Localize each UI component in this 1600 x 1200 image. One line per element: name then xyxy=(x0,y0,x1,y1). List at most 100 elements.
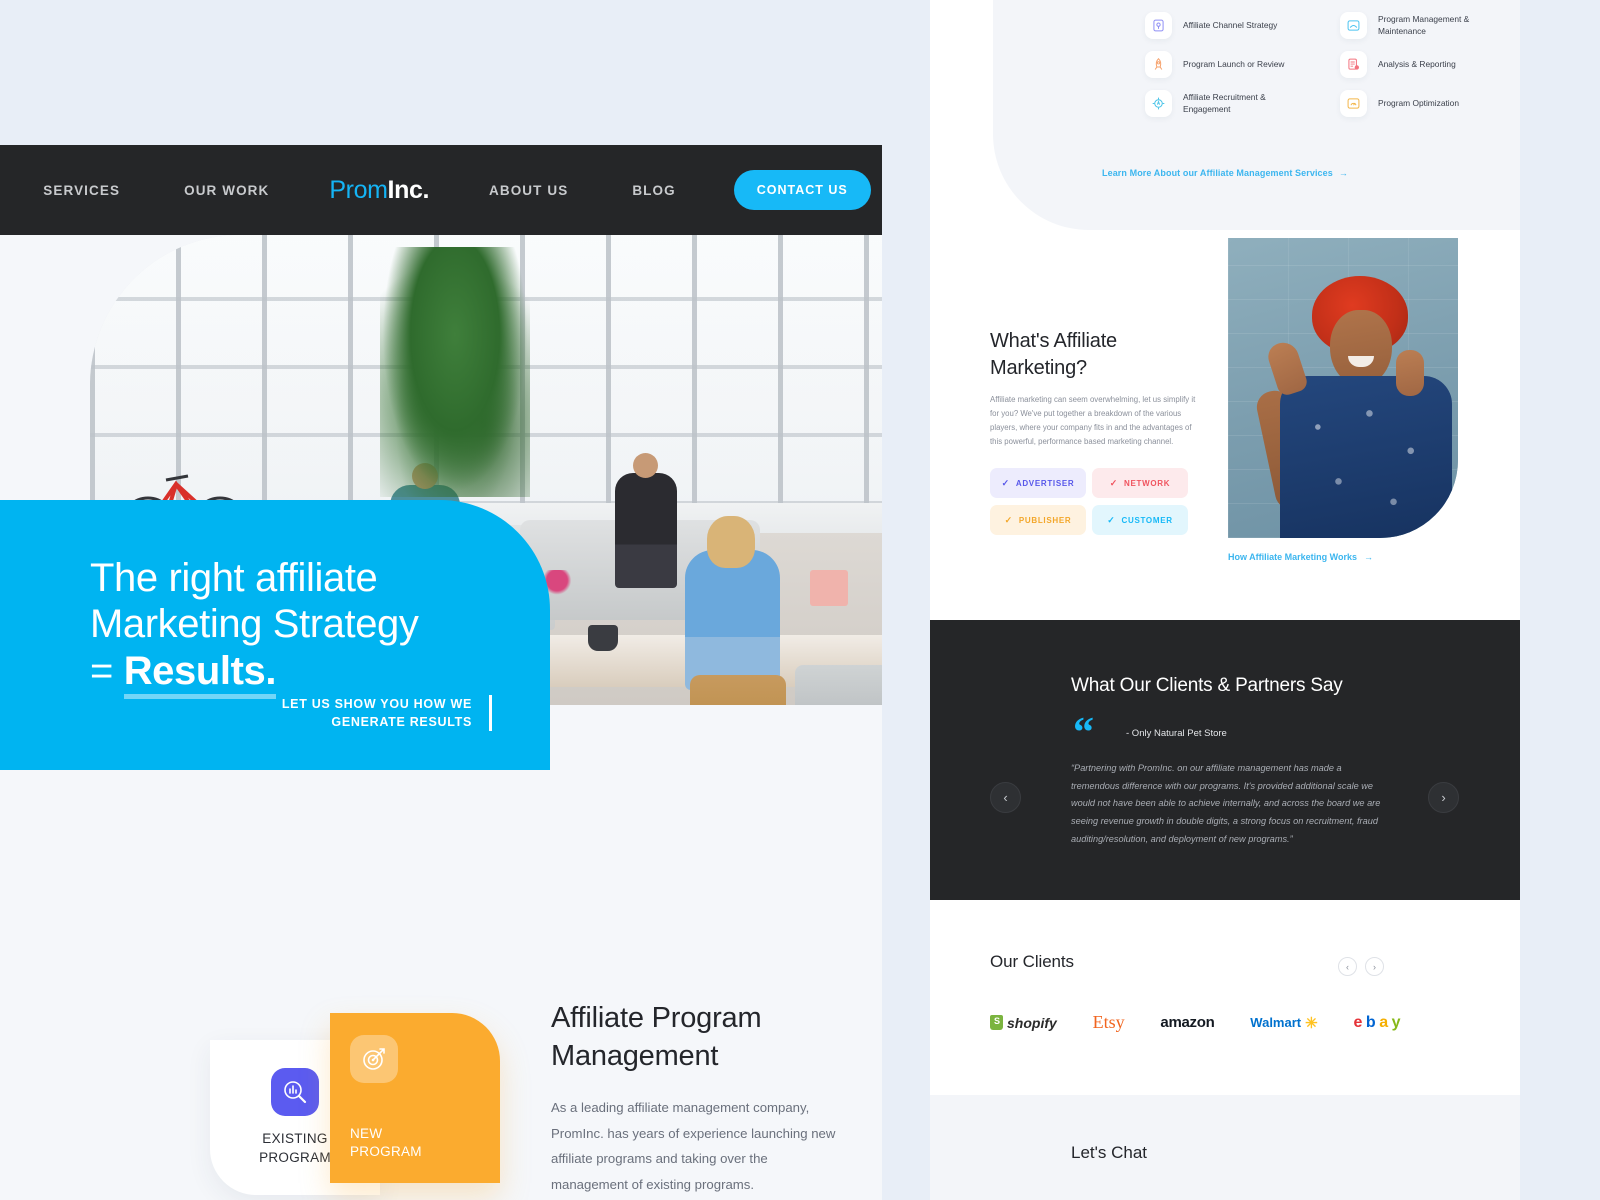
ebay-b: b xyxy=(1365,1013,1376,1031)
hero-headline-card: The right affiliate Marketing Strategy =… xyxy=(0,500,550,770)
program-section-title: Affiliate Program Management xyxy=(551,1002,762,1072)
chip-advertiser[interactable]: ✓ ADVERTISER xyxy=(990,468,1086,498)
chip-customer[interactable]: ✓ CUSTOMER xyxy=(1092,505,1188,535)
works-link-label: How Affiliate Marketing Works xyxy=(1228,552,1358,562)
shopify-label: shopify xyxy=(1007,1014,1057,1031)
service-label: Affiliate Channel Strategy xyxy=(1183,19,1278,30)
ebay-e: e xyxy=(1353,1013,1363,1031)
brand-logo[interactable]: PromInc. xyxy=(301,176,457,205)
new-program-label-1: NEW xyxy=(350,1125,383,1141)
learn-more-label: Learn More About our Affiliate Managemen… xyxy=(1102,168,1333,178)
testimonial-prev-button[interactable]: ‹ xyxy=(990,782,1021,813)
testimonial-body: “Partnering with PromInc. on our affilia… xyxy=(1071,763,1381,844)
target-icon xyxy=(350,1035,398,1083)
service-label: Program Management & Maintenance xyxy=(1378,13,1470,36)
new-program-card[interactable]: NEW PROGRAM xyxy=(330,1013,500,1183)
nav-item-about-us[interactable]: ABOUT US xyxy=(457,183,600,198)
check-icon: ✓ xyxy=(1109,477,1118,488)
our-clients-section: Our Clients ‹ › shopify Etsy amazon Walm… xyxy=(930,900,1458,1095)
nav-item-services[interactable]: SERVICES xyxy=(11,183,152,198)
hero-subtext-line-2: GENERATE RESULTS xyxy=(331,715,472,730)
ebay-a: a xyxy=(1379,1013,1388,1031)
program-section-copy: As a leading affiliate management compan… xyxy=(551,1100,836,1193)
lets-chat-section: Let's Chat xyxy=(930,1095,1520,1200)
services-grid: Affiliate Channel Strategy Program Manag… xyxy=(1145,12,1520,117)
testimonials-section: What Our Clients & Partners Say “ - Only… xyxy=(930,620,1520,900)
arrow-right-icon: → xyxy=(1364,552,1374,562)
arrow-right-icon: → xyxy=(1338,168,1348,178)
report-icon xyxy=(1340,51,1367,78)
hero-headline: The right affiliate Marketing Strategy =… xyxy=(90,555,530,699)
service-label: Program Launch or Review xyxy=(1183,58,1285,69)
how-affiliate-marketing-works-link[interactable]: How Affiliate Marketing Works → xyxy=(1228,552,1373,562)
hero-line-1: The right affiliate xyxy=(90,556,378,600)
chip-label: PUBLISHER xyxy=(1018,515,1072,525)
site-navbar: SERVICES OUR WORK PromInc. ABOUT US BLOG… xyxy=(0,145,882,235)
desktop-mockup-panel: SERVICES OUR WORK PromInc. ABOUT US BLOG… xyxy=(0,145,882,1200)
client-logos: shopify Etsy amazon Walmart✳ ebay xyxy=(990,1012,1401,1033)
strategy-icon xyxy=(1145,12,1172,39)
hero-subtext-line-1: LET US SHOW YOU HOW WE xyxy=(281,697,472,711)
existing-program-label: EXISTING PROGRAM xyxy=(259,1130,331,1166)
service-item-affiliate-recruitment-engagement[interactable]: Affiliate Recruitment & Engagement xyxy=(1145,90,1295,117)
shopify-bag-icon xyxy=(990,1015,1003,1030)
walmart-spark-icon: ✳ xyxy=(1305,1014,1318,1032)
brand-prefix: Prom xyxy=(329,175,388,204)
nav-item-blog[interactable]: BLOG xyxy=(600,183,707,198)
logo-ebay: ebay xyxy=(1354,1014,1401,1032)
logo-walmart: Walmart ✳ xyxy=(1250,1014,1317,1032)
hero-line-2: Marketing Strategy xyxy=(90,602,419,647)
hero-subtext: LET US SHOW YOU HOW WE GENERATE RESULTS xyxy=(281,695,492,732)
testimonials-title: What Our Clients & Partners Say xyxy=(1071,675,1343,696)
magnifier-chart-icon xyxy=(271,1068,319,1117)
screenshot-canvas: SERVICES OUR WORK PromInc. ABOUT US BLOG… xyxy=(0,0,1600,1200)
new-program-label-2: PROGRAM xyxy=(350,1143,422,1159)
service-label: Affiliate Recruitment & Engagement xyxy=(1183,91,1266,114)
existing-program-label-1: EXISTING xyxy=(262,1131,328,1147)
logo-etsy: Etsy xyxy=(1092,1012,1125,1032)
testimonial-next-button[interactable]: › xyxy=(1428,782,1459,813)
what-is-affiliate-copy: Affiliate marketing can seem overwhelmin… xyxy=(990,395,1196,446)
clients-carousel-controls: ‹ › xyxy=(1338,957,1384,976)
check-icon: ✓ xyxy=(1004,514,1013,525)
check-icon: ✓ xyxy=(1001,477,1010,488)
service-item-program-optimization[interactable]: Program Optimization xyxy=(1340,90,1490,117)
hero-equals: = xyxy=(90,648,124,693)
logo-amazon: amazon xyxy=(1160,1014,1215,1031)
clients-prev-button[interactable]: ‹ xyxy=(1338,957,1357,976)
service-item-program-management-maintenance[interactable]: Program Management & Maintenance xyxy=(1340,12,1490,39)
player-chips: ✓ ADVERTISER ✓ NETWORK ✓ PUBLISHER ✓ CUS… xyxy=(990,468,1188,535)
service-item-analysis-reporting[interactable]: Analysis & Reporting xyxy=(1340,51,1490,78)
nav-item-our-work[interactable]: OUR WORK xyxy=(152,183,301,198)
check-icon: ✓ xyxy=(1107,514,1116,525)
hero-results: Results. xyxy=(123,648,276,699)
chip-network[interactable]: ✓ NETWORK xyxy=(1092,468,1188,498)
chip-label: ADVERTISER xyxy=(1015,478,1075,488)
quote-icon: “ xyxy=(1073,710,1094,756)
service-item-affiliate-channel-strategy[interactable]: Affiliate Channel Strategy xyxy=(1145,12,1295,39)
existing-program-label-2: PROGRAM xyxy=(259,1149,331,1165)
chip-publisher[interactable]: ✓ PUBLISHER xyxy=(990,505,1086,535)
learn-more-link[interactable]: Learn More About our Affiliate Managemen… xyxy=(930,168,1520,178)
walmart-label: Walmart xyxy=(1250,1015,1302,1030)
what-is-affiliate-title: What's Affiliate Marketing? xyxy=(990,330,1117,379)
our-clients-title: Our Clients xyxy=(990,952,1074,971)
management-icon xyxy=(1340,12,1367,39)
service-item-program-launch-or-review[interactable]: Program Launch or Review xyxy=(1145,51,1295,78)
logo-shopify: shopify xyxy=(990,1015,1057,1031)
chip-label: CUSTOMER xyxy=(1121,515,1173,525)
ebay-y: y xyxy=(1391,1013,1401,1031)
optimization-icon xyxy=(1340,90,1367,117)
clients-next-button[interactable]: › xyxy=(1365,957,1384,976)
brand-suffix: Inc. xyxy=(387,175,430,204)
lets-chat-title: Let's Chat xyxy=(1071,1143,1148,1162)
contact-us-button[interactable]: CONTACT US xyxy=(733,170,871,210)
service-label: Program Optimization xyxy=(1378,97,1459,108)
service-label: Analysis & Reporting xyxy=(1378,58,1456,69)
recruitment-icon xyxy=(1145,90,1172,117)
testimonial-author: - Only Natural Pet Store xyxy=(1126,728,1227,739)
secondary-mockup-panel: Affiliate Channel Strategy Program Manag… xyxy=(930,0,1520,1200)
rocket-icon xyxy=(1145,51,1172,78)
chip-label: NETWORK xyxy=(1124,478,1171,488)
affiliate-marketing-photo xyxy=(1228,238,1458,538)
